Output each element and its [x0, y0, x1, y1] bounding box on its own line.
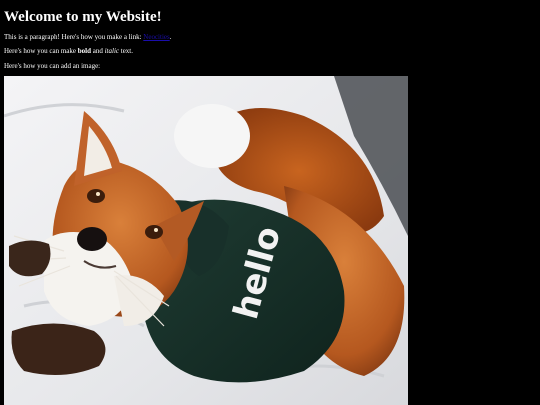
fox-photo: hello: [4, 76, 408, 405]
paragraph-link-end: .: [169, 33, 172, 41]
formatting-text-middle: and: [91, 47, 105, 55]
paragraph-link: This is a paragraph! Here's how you make…: [4, 33, 171, 42]
italic-text: italic: [104, 47, 119, 55]
neocities-link[interactable]: Neocities: [143, 33, 169, 41]
bold-text: bold: [77, 47, 91, 55]
paragraph-formatting: Here's how you can make bold and italic …: [4, 47, 133, 56]
paragraph-image-intro: Here's how you can add an image:: [4, 62, 101, 70]
formatting-text-start: Here's how you can make: [4, 47, 78, 55]
paragraph-link-text: This is a paragraph! Here's how you make…: [4, 33, 144, 41]
page-title: Welcome to my Website!: [4, 9, 162, 25]
formatting-text-end: text.: [119, 47, 133, 55]
